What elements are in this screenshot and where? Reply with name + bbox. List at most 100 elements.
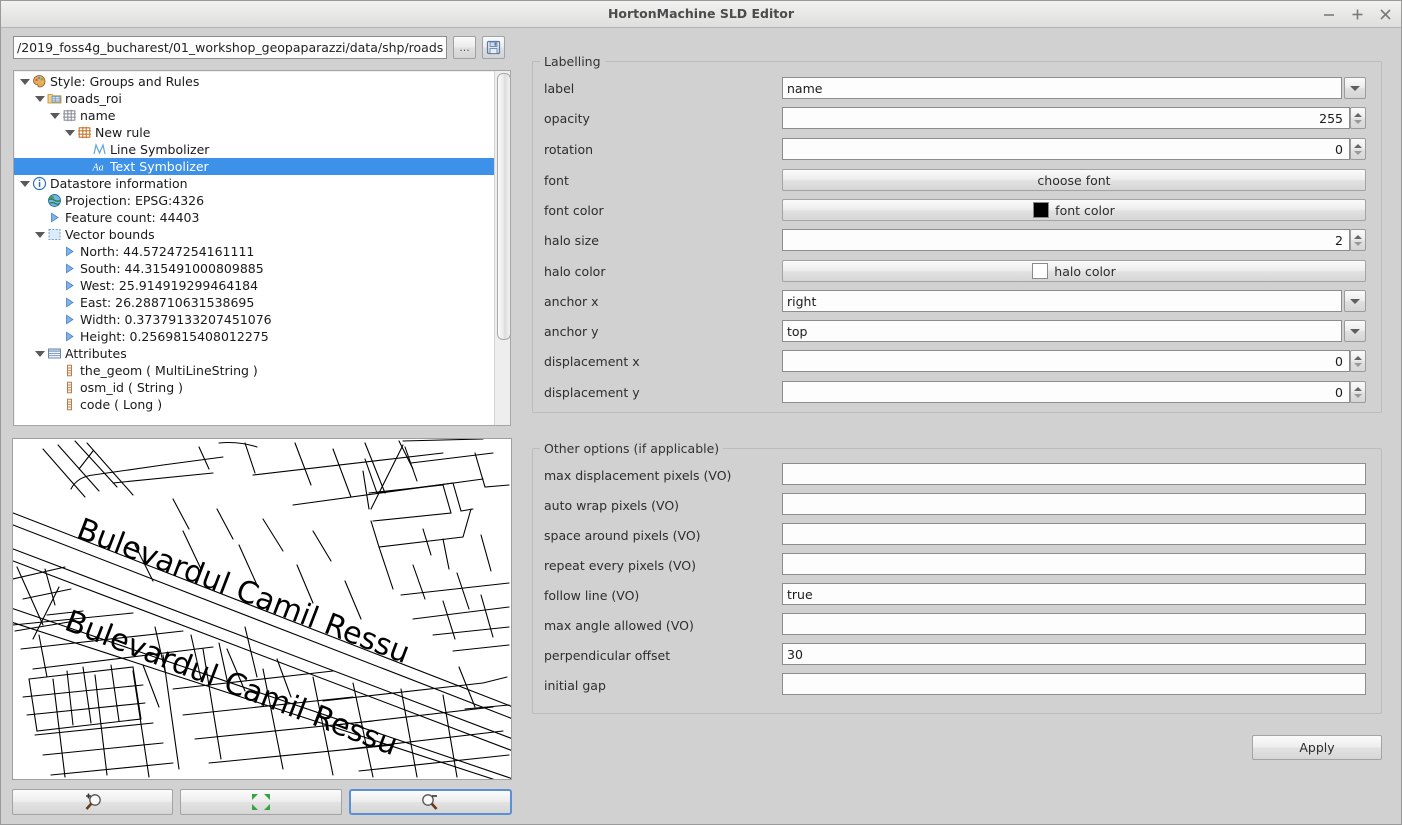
- tree-node[interactable]: Aa Text Symbolizer: [14, 158, 494, 175]
- font-color-button[interactable]: font color: [782, 199, 1366, 221]
- zoom-out-button[interactable]: [348, 789, 512, 815]
- tree-vertical-scrollbar[interactable]: [494, 71, 510, 425]
- perpendicular-offset-field-input[interactable]: [782, 643, 1366, 665]
- displacement-x-field-label: displacement x: [544, 353, 640, 369]
- tree-node[interactable]: East: 26.288710631538695: [14, 294, 494, 311]
- tree-node[interactable]: the_geom ( MultiLineString ): [14, 362, 494, 379]
- displacement-y-spinner[interactable]: [1350, 381, 1366, 403]
- tree-node[interactable]: Width: 0.37379133207451076: [14, 311, 494, 328]
- zoom-in-button[interactable]: [12, 789, 174, 815]
- rotation-spinner[interactable]: [1350, 138, 1366, 160]
- tree-expander-icon[interactable]: [48, 109, 61, 122]
- minimize-button[interactable]: [1322, 7, 1337, 22]
- tree-node[interactable]: name: [14, 107, 494, 124]
- anchor-y-field-label: anchor y: [544, 323, 599, 339]
- displacement-y-spinner-down[interactable]: [1354, 393, 1362, 398]
- tree-expander-icon[interactable]: [33, 347, 46, 360]
- tree-node[interactable]: Projection: EPSG:4326: [14, 192, 494, 209]
- choose-font-button[interactable]: choose font: [782, 169, 1366, 191]
- displacement-x-spinner[interactable]: [1350, 350, 1366, 372]
- svg-text:Aa: Aa: [92, 163, 104, 174]
- tree-expander-spacer: [48, 398, 61, 411]
- tree-node[interactable]: Attributes: [14, 345, 494, 362]
- halo-color-field-row: halo color: [544, 260, 605, 282]
- tree-expander-spacer: [48, 279, 61, 292]
- tree-node-label: New rule: [95, 125, 151, 140]
- opacity-field-input[interactable]: [782, 107, 1350, 129]
- label-field-input[interactable]: [782, 77, 1342, 99]
- opacity-spinner-down[interactable]: [1354, 119, 1362, 124]
- tree-node[interactable]: code ( Long ): [14, 396, 494, 413]
- zoom-to-fit-button[interactable]: [180, 789, 342, 815]
- repeat-every-field-input[interactable]: [782, 553, 1366, 575]
- anchor-y-field-input[interactable]: [782, 320, 1342, 342]
- map-preview[interactable]: Bulevardul Camil Ressu Bulevardul Camil …: [12, 438, 512, 780]
- max-displacement-field-input[interactable]: [782, 463, 1366, 485]
- style-tree[interactable]: Style: Groups and Rules roads_roiname New …: [14, 71, 494, 425]
- table-icon: [46, 346, 63, 361]
- save-style-button[interactable]: [482, 35, 505, 59]
- halo-size-spinner-down[interactable]: [1354, 241, 1362, 246]
- tree-expander-icon[interactable]: [33, 92, 46, 105]
- tree-node-label: name: [80, 108, 116, 123]
- displacement-x-spinner-up[interactable]: [1354, 355, 1362, 360]
- halo-size-spinner-up[interactable]: [1354, 234, 1362, 239]
- anchor-y-dropdown-arrow[interactable]: [1344, 320, 1366, 342]
- tree-node-label: West: 25.914919299464184: [80, 278, 259, 293]
- tree-expander-icon[interactable]: [18, 177, 31, 190]
- tree-expander-icon[interactable]: [33, 228, 46, 241]
- tree-node[interactable]: Vector bounds: [14, 226, 494, 243]
- tree-node[interactable]: North: 44.57247254161111: [14, 243, 494, 260]
- initial-gap-field-input[interactable]: [782, 673, 1366, 695]
- halo-color-button[interactable]: halo color: [782, 260, 1366, 282]
- close-button[interactable]: [1378, 7, 1393, 22]
- displacement-y-spinner-up[interactable]: [1354, 386, 1362, 391]
- tree-node-label: South: 44.315491000809885: [80, 261, 264, 276]
- tree-expander-spacer: [48, 296, 61, 309]
- tree-scrollbar-thumb[interactable]: [497, 73, 510, 340]
- max-angle-field-input[interactable]: [782, 613, 1366, 635]
- opacity-spinner-up[interactable]: [1354, 112, 1362, 117]
- max-angle-field-label: max angle allowed (VO): [544, 617, 694, 633]
- opacity-spinner[interactable]: [1350, 107, 1366, 129]
- browse-button[interactable]: ...: [453, 35, 476, 59]
- anchor-x-field-input[interactable]: [782, 290, 1342, 312]
- max-angle-field-row: max angle allowed (VO): [544, 614, 694, 636]
- tree-node[interactable]: West: 25.914919299464184: [14, 277, 494, 294]
- tree-node[interactable]: Style: Groups and Rules: [14, 73, 494, 90]
- displacement-y-field-input[interactable]: [782, 381, 1350, 403]
- follow-line-field-input[interactable]: [782, 583, 1366, 605]
- displacement-x-spinner-down[interactable]: [1354, 362, 1362, 367]
- style-tree-panel[interactable]: Style: Groups and Rules roads_roiname New …: [13, 70, 511, 426]
- anchor-x-dropdown-arrow[interactable]: [1344, 290, 1366, 312]
- rotation-field-input[interactable]: [782, 138, 1350, 160]
- auto-wrap-field-input[interactable]: [782, 493, 1366, 515]
- tree-node[interactable]: Height: 0.2569815408012275: [14, 328, 494, 345]
- auto-wrap-field-label: auto wrap pixels (VO): [544, 497, 680, 513]
- tree-node[interactable]: osm_id ( String ): [14, 379, 494, 396]
- rotation-spinner-up[interactable]: [1354, 143, 1362, 148]
- tree-node[interactable]: Datastore information: [14, 175, 494, 192]
- tree-node[interactable]: Feature count: 44403: [14, 209, 494, 226]
- apply-button[interactable]: Apply: [1252, 735, 1382, 760]
- tree-node-label: roads_roi: [65, 91, 122, 106]
- initial-gap-field-label: initial gap: [544, 677, 606, 693]
- maximize-button[interactable]: [1350, 7, 1365, 22]
- tree-node-label: Width: 0.37379133207451076: [80, 312, 272, 327]
- tree-expander-icon[interactable]: [63, 126, 76, 139]
- halo-size-field-input[interactable]: [782, 229, 1350, 251]
- halo-size-spinner[interactable]: [1350, 229, 1366, 251]
- tree-node[interactable]: roads_roi: [14, 90, 494, 107]
- displacement-x-field-input[interactable]: [782, 350, 1350, 372]
- tree-expander-icon[interactable]: [18, 75, 31, 88]
- perpendicular-offset-field-label: perpendicular offset: [544, 647, 671, 663]
- tree-node[interactable]: Line Symbolizer: [14, 141, 494, 158]
- grid-orange-icon: [76, 125, 93, 140]
- file-path-input[interactable]: [13, 35, 447, 59]
- space-around-field-input[interactable]: [782, 523, 1366, 545]
- tree-node[interactable]: South: 44.315491000809885: [14, 260, 494, 277]
- rotation-spinner-down[interactable]: [1354, 150, 1362, 155]
- expand-arrows-icon: [251, 794, 270, 810]
- tree-node[interactable]: New rule: [14, 124, 494, 141]
- label-field-dropdown-arrow[interactable]: [1344, 77, 1366, 99]
